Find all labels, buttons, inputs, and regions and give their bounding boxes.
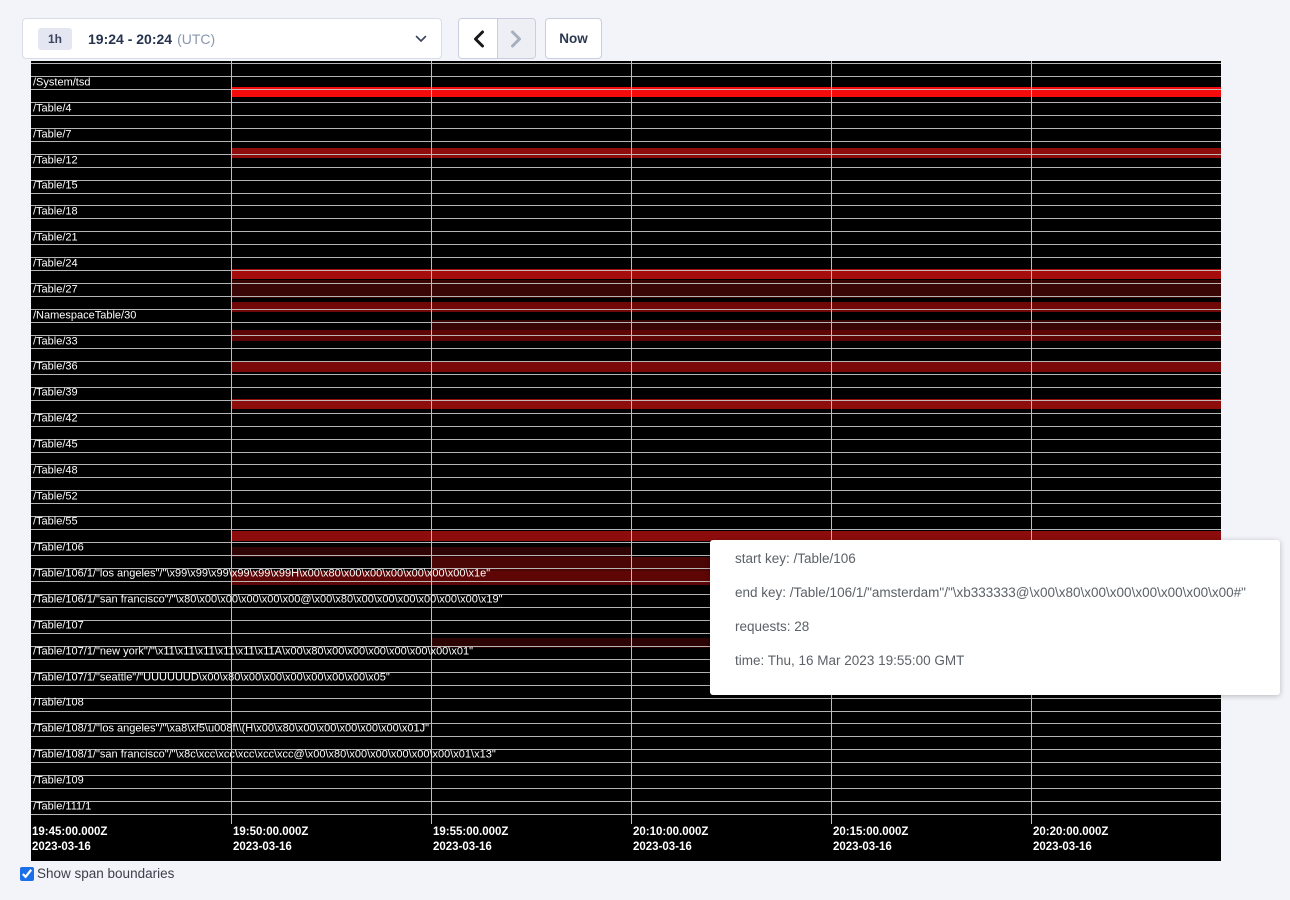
time-axis-label: 19:45:00.000Z2023-03-16 xyxy=(32,825,107,855)
time-axis-time: 20:20:00.000Z xyxy=(1033,825,1108,840)
time-axis-date: 2023-03-16 xyxy=(833,840,908,855)
time-axis-layer: 19:45:00.000Z2023-03-1619:50:00.000Z2023… xyxy=(31,61,1221,861)
time-axis-date: 2023-03-16 xyxy=(1033,840,1108,855)
time-axis-time: 20:15:00.000Z xyxy=(833,825,908,840)
footer: Show span boundaries xyxy=(20,866,174,881)
time-range-duration-badge: 1h xyxy=(38,28,72,50)
chevron-right-icon xyxy=(510,30,523,48)
time-range-text: 19:24 - 20:24 xyxy=(88,31,172,47)
tooltip-start-key: start key: /Table/106 xyxy=(735,542,1255,576)
time-range-timezone: (UTC) xyxy=(177,31,215,47)
time-axis-date: 2023-03-16 xyxy=(233,840,308,855)
cell-tooltip: start key: /Table/106 end key: /Table/10… xyxy=(710,540,1280,695)
time-axis-date: 2023-03-16 xyxy=(633,840,708,855)
tooltip-time: time: Thu, 16 Mar 2023 19:55:00 GMT xyxy=(735,644,1255,678)
time-axis-label: 19:50:00.000Z2023-03-16 xyxy=(233,825,308,855)
time-axis-time: 19:55:00.000Z xyxy=(433,825,508,840)
now-button[interactable]: Now xyxy=(545,18,602,59)
time-axis-date: 2023-03-16 xyxy=(32,840,107,855)
time-axis-time: 19:50:00.000Z xyxy=(233,825,308,840)
time-nav-group xyxy=(458,18,536,59)
time-range-select[interactable]: 1h 19:24 - 20:24 (UTC) xyxy=(22,18,442,59)
key-visualizer-canvas[interactable]: /System/tsd/Table/4/Table/7/Table/12/Tab… xyxy=(31,61,1221,861)
show-span-boundaries-checkbox[interactable] xyxy=(20,867,34,881)
prev-time-button[interactable] xyxy=(459,19,497,58)
time-axis-label: 19:55:00.000Z2023-03-16 xyxy=(433,825,508,855)
tooltip-end-key: end key: /Table/106/1/"amsterdam"/"\xb33… xyxy=(735,576,1255,610)
chevron-down-icon xyxy=(415,35,427,43)
time-axis-time: 19:45:00.000Z xyxy=(32,825,107,840)
time-axis-label: 20:10:00.000Z2023-03-16 xyxy=(633,825,708,855)
chevron-left-icon xyxy=(472,30,485,48)
time-axis-label: 20:15:00.000Z2023-03-16 xyxy=(833,825,908,855)
show-span-boundaries-label: Show span boundaries xyxy=(37,866,174,881)
time-axis-date: 2023-03-16 xyxy=(433,840,508,855)
time-axis-label: 20:20:00.000Z2023-03-16 xyxy=(1033,825,1108,855)
time-axis-time: 20:10:00.000Z xyxy=(633,825,708,840)
next-time-button[interactable] xyxy=(497,19,535,58)
tooltip-requests: requests: 28 xyxy=(735,610,1255,644)
